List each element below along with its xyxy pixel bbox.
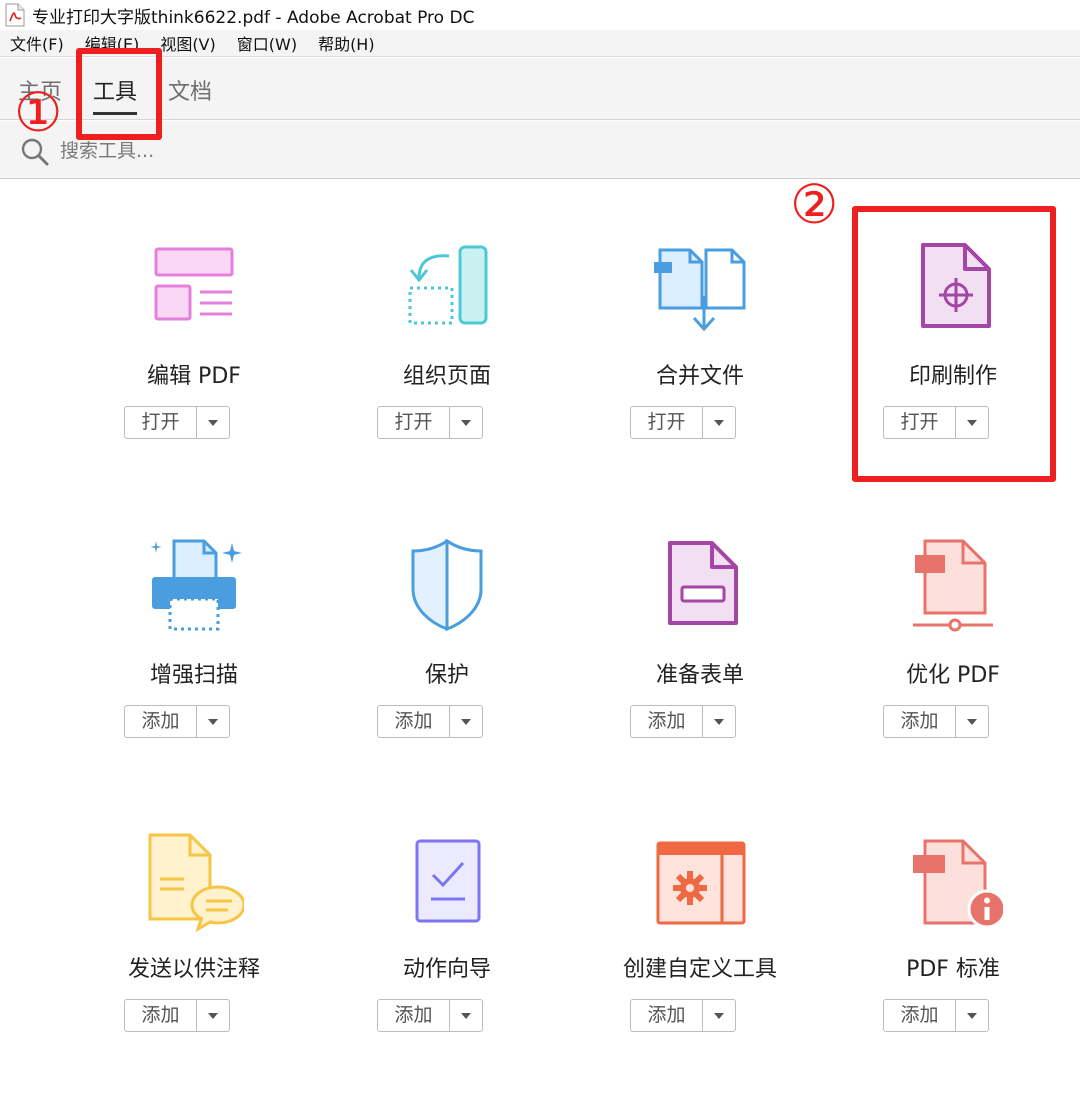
tool-dropdown-button[interactable] [450,706,482,737]
tool-card-edit-pdf[interactable]: 编辑 PDF 打开 [74,240,314,460]
tool-button-label[interactable]: 打开 [125,407,197,438]
tool-button-label[interactable]: 添加 [125,706,197,737]
tool-label: 编辑 PDF [147,364,241,389]
tool-label: 组织页面 [402,364,491,389]
chevron-down-icon [967,1012,977,1019]
tool-button-label[interactable]: 打开 [378,407,450,438]
search-bar [0,121,1080,179]
edit-pdf-icon [154,247,234,321]
tool-label: 合并文件 [655,364,744,389]
tool-label: PDF 标准 [906,957,1000,982]
tool-add-button[interactable]: 添加 [124,705,230,738]
tool-dropdown-button[interactable] [956,706,988,737]
window-title: 专业打印大字版think6622.pdf - Adobe Acrobat Pro… [32,7,475,28]
chevron-down-icon [967,718,977,725]
tool-dropdown-button[interactable] [450,407,482,438]
chevron-down-icon [714,1012,724,1019]
menu-help[interactable]: 帮助(H) [308,31,386,55]
protect-shield-icon [411,539,483,632]
tool-dropdown-button[interactable] [956,1000,988,1031]
tool-dropdown-button[interactable] [197,706,229,737]
tool-label: 准备表单 [655,663,744,688]
action-wizard-icon [415,839,481,923]
tool-card-protect[interactable]: 保护 添加 [327,539,567,759]
chevron-down-icon [714,419,724,426]
tool-add-button[interactable]: 添加 [883,705,989,738]
tool-dropdown-button[interactable] [703,1000,735,1031]
tool-label: 创建自定义工具 [622,957,777,982]
tool-dropdown-button[interactable] [450,1000,482,1031]
tool-add-button[interactable]: 添加 [630,999,736,1032]
tool-card-organize-pages[interactable]: 组织页面 打开 [327,240,567,460]
chevron-down-icon [461,1012,471,1019]
combine-files-icon [654,248,746,332]
menu-window[interactable]: 窗口(W) [227,31,308,55]
tool-label: 优化 PDF [906,663,1000,688]
tool-add-button[interactable]: 添加 [377,705,483,738]
tool-label: 保护 [424,663,469,688]
tool-open-button[interactable]: 打开 [124,406,230,439]
annotation-number-one: ① [14,81,63,144]
chevron-down-icon [208,718,218,725]
tool-add-button[interactable]: 添加 [377,999,483,1032]
tool-dropdown-button[interactable] [703,706,735,737]
tool-card-action-wizard[interactable]: 动作向导 添加 [327,833,567,1053]
tool-label: 增强扫描 [149,663,238,688]
tool-card-optimize-pdf[interactable]: 优化 PDF 添加 [833,539,1073,759]
tool-button-label[interactable]: 打开 [631,407,703,438]
enhance-scans-icon [150,539,242,631]
pdf-standards-icon [913,839,1003,929]
tool-open-button[interactable]: 打开 [630,406,736,439]
chevron-down-icon [208,419,218,426]
tab-document[interactable]: 文档 [168,74,212,106]
tool-button-label[interactable]: 添加 [884,706,956,737]
annotation-box-print-production [852,206,1056,482]
menu-bar: 文件(F) 编辑(E) 视图(V) 窗口(W) 帮助(H) [0,30,1080,57]
tool-card-combine-files[interactable]: 合并文件 打开 [580,240,820,460]
create-custom-tool-icon [656,841,746,925]
tool-label: 发送以供注释 [127,957,260,982]
annotation-box-tools-tab [76,48,162,140]
tool-card-pdf-standards[interactable]: PDF 标准 添加 [833,833,1073,1053]
tool-card-send-for-comments[interactable]: 发送以供注释 添加 [74,833,314,1053]
chevron-down-icon [714,718,724,725]
chevron-down-icon [461,419,471,426]
tool-add-button[interactable]: 添加 [124,999,230,1032]
optimize-pdf-icon [913,539,993,632]
chevron-down-icon [208,1012,218,1019]
tab-bar: 主页 工具 文档 [0,58,1080,120]
tool-dropdown-button[interactable] [197,1000,229,1031]
tool-button-label[interactable]: 添加 [378,706,450,737]
pdf-file-icon [5,3,25,27]
tool-dropdown-button[interactable] [197,407,229,438]
send-for-comments-icon [148,833,244,933]
prepare-form-icon [668,541,738,625]
tool-label: 动作向导 [402,957,491,982]
tool-card-enhance-scans[interactable]: 增强扫描 添加 [74,539,314,759]
tool-button-label[interactable]: 添加 [631,1000,703,1031]
organize-pages-icon [408,245,488,325]
tool-open-button[interactable]: 打开 [377,406,483,439]
tool-button-label[interactable]: 添加 [884,1000,956,1031]
title-bar: 专业打印大字版think6622.pdf - Adobe Acrobat Pro… [0,0,1080,30]
tool-card-create-custom-tool[interactable]: 创建自定义工具 添加 [580,833,820,1053]
tool-dropdown-button[interactable] [703,407,735,438]
tool-add-button[interactable]: 添加 [883,999,989,1032]
tool-button-label[interactable]: 添加 [378,1000,450,1031]
tool-add-button[interactable]: 添加 [630,705,736,738]
tool-button-label[interactable]: 添加 [631,706,703,737]
annotation-number-two: ② [790,173,839,236]
tool-card-prepare-form[interactable]: 准备表单 添加 [580,539,820,759]
tool-button-label[interactable]: 添加 [125,1000,197,1031]
chevron-down-icon [461,718,471,725]
menu-file[interactable]: 文件(F) [0,31,75,55]
